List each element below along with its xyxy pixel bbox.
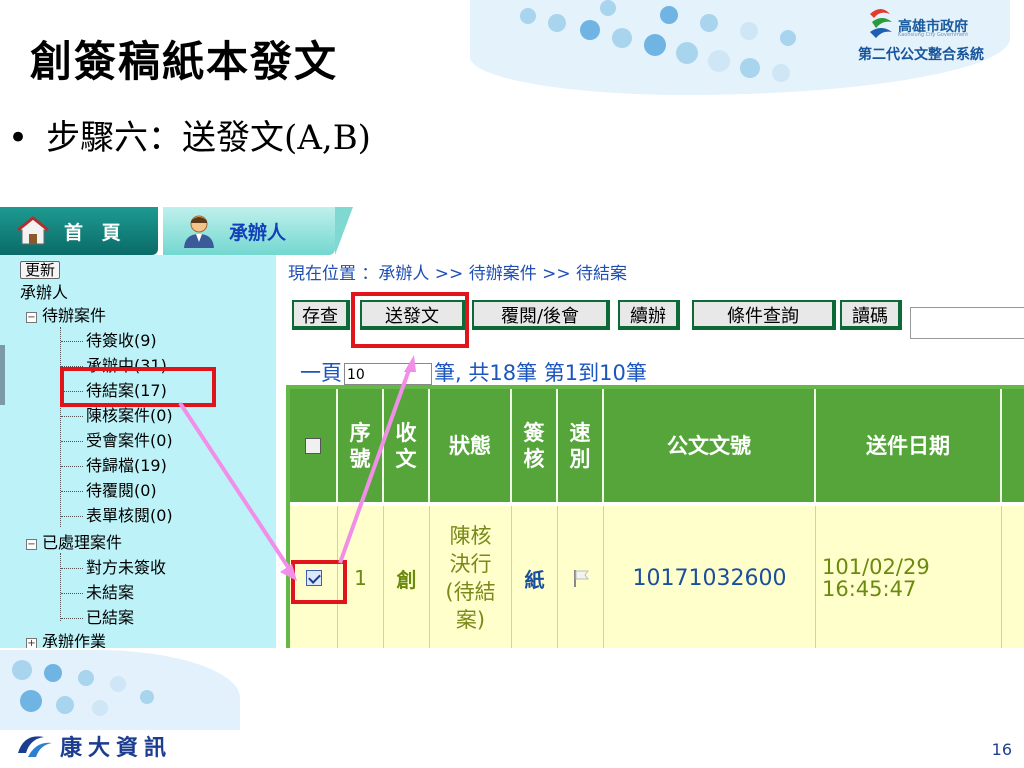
tree-item-not-received[interactable]: 對方未簽收 (86, 558, 166, 578)
header-status: 狀態 (430, 389, 512, 502)
step-bullet: • 步驟六：送發文(A,B) (8, 110, 371, 159)
slide-title: 創簽稿紙本發文 (30, 37, 339, 86)
company-emblem-icon (18, 736, 52, 757)
tree-item-review[interactable]: 陳核案件(0) (86, 406, 173, 426)
company-name: 康大資訊 (60, 736, 173, 761)
system-name: 第二代公文整合系統 (858, 47, 984, 63)
breadcrumb: 現在位置 ：承辦人 >> 待辦案件 >> 待結案 (288, 264, 627, 284)
gov-name-en: Kaohsiung City Government (898, 32, 969, 38)
tree-collapse-icon[interactable]: − (26, 539, 37, 550)
tree-root: 承辦人 (20, 283, 69, 302)
row-send-date: 101/02/29 16:45:47 (816, 506, 1002, 648)
tree-line (61, 466, 83, 467)
row-more (1002, 506, 1024, 648)
highlight-send-button (351, 292, 469, 348)
tree-line (60, 553, 61, 621)
tab-bar: 首 頁 承辦人 (0, 207, 1024, 255)
step-text: 步驟六：送發文(A,B) (46, 118, 371, 158)
tab-handler-label: 承辦人 (229, 221, 287, 244)
barcode-input[interactable] (910, 307, 1024, 339)
sidebar-splitter[interactable] (0, 345, 5, 405)
continue-button[interactable]: 續辦 (618, 300, 680, 330)
condition-query-button[interactable]: 條件查詢 (692, 300, 836, 330)
tree-line (61, 618, 83, 619)
page-size-input[interactable]: 10 (344, 363, 432, 385)
header-speed: 速別 (558, 389, 604, 502)
header-more (1002, 389, 1024, 502)
header-doc-no: 公文文號 (604, 389, 816, 502)
highlight-to-close (60, 367, 216, 407)
kaohsiung-gov-logo: 高雄市政府 Kaohsiung City Government 第二代公文整合系… (858, 6, 1008, 64)
tree-group-processed[interactable]: 已處理案件 (42, 533, 122, 553)
tab-home[interactable]: 首 頁 (0, 207, 158, 255)
tree-item-closed[interactable]: 已結案 (86, 608, 134, 628)
sidebar: 更新 承辦人 − 待辦案件 待簽收(9) 承辦中(31) 待結案(17) 陳核案… (0, 255, 276, 648)
tab-home-label: 首 頁 (64, 221, 127, 244)
review-button[interactable]: 覆閱/後會 (472, 300, 610, 330)
refresh-button[interactable]: 更新 (20, 261, 61, 279)
person-icon (184, 215, 214, 248)
tree-expand-icon[interactable]: + (26, 638, 37, 648)
tree-item-open[interactable]: 未結案 (86, 583, 134, 603)
document-table: 序號 收文 狀態 簽核 速別 公文文號 送件日期 1 創 陳核決行(待結案) 紙… (286, 385, 1024, 648)
highlight-row-checkbox (291, 560, 347, 604)
tree-item-to-reread[interactable]: 待覆閱(0) (86, 481, 157, 501)
row-time: 16:45:47 (822, 577, 917, 601)
company-logo: 康大資訊 (14, 730, 172, 762)
tree-item-to-sign[interactable]: 待簽收(9) (86, 331, 157, 351)
header-select-all (290, 389, 338, 502)
tree-line (61, 568, 83, 569)
header-send-date: 送件日期 (816, 389, 1002, 502)
bullet-dot-icon: • (8, 118, 29, 158)
pager-prefix: 一頁 (300, 361, 342, 385)
tree-line (61, 416, 83, 417)
row-sign: 紙 (512, 506, 558, 648)
kaohsiung-emblem-icon (870, 9, 892, 38)
read-code-button[interactable]: 讀碼 (840, 300, 902, 330)
app-screenshot: 首 頁 承辦人 更新 承辦人 − 待辦案件 待簽收(9) 承辦中(31) 待結案… (0, 207, 1024, 648)
tree-item-to-archive[interactable]: 待歸檔(19) (86, 456, 167, 476)
tree-line (61, 441, 83, 442)
tree-line (61, 341, 83, 342)
row-doc-no[interactable]: 10171032600 (604, 506, 816, 648)
tree-group-pending[interactable]: 待辦案件 (42, 306, 106, 326)
row-status[interactable]: 陳核決行(待結案) (430, 506, 512, 648)
tab-handler[interactable]: 承辦人 (163, 207, 335, 255)
tab-wedge (335, 207, 353, 255)
row-receive-type: 創 (384, 506, 430, 648)
tree-line (61, 516, 83, 517)
archive-button[interactable]: 存查 (292, 300, 350, 330)
tree-line (61, 491, 83, 492)
tree-item-consult[interactable]: 受會案件(0) (86, 431, 173, 451)
tree-group-operations[interactable]: 承辦作業 (42, 632, 106, 648)
pager: 一頁 10 筆, 共18筆 第1到10筆 (300, 357, 647, 387)
header-seq: 序號 (338, 389, 384, 502)
tree-item-form-review[interactable]: 表單核閱(0) (86, 506, 173, 526)
header-receive: 收文 (384, 389, 430, 502)
pager-summary: 筆, 共18筆 第1到10筆 (434, 361, 647, 385)
header-sign: 簽核 (512, 389, 558, 502)
row-date: 101/02/29 (822, 555, 930, 579)
tree-line (60, 327, 61, 527)
select-all-checkbox[interactable] (305, 437, 321, 454)
tree-line (61, 593, 83, 594)
house-icon (16, 216, 50, 245)
tree-collapse-icon[interactable]: − (26, 312, 37, 323)
flag-icon (573, 570, 589, 587)
page-number: 16 (991, 740, 1012, 759)
row-speed (558, 506, 604, 648)
